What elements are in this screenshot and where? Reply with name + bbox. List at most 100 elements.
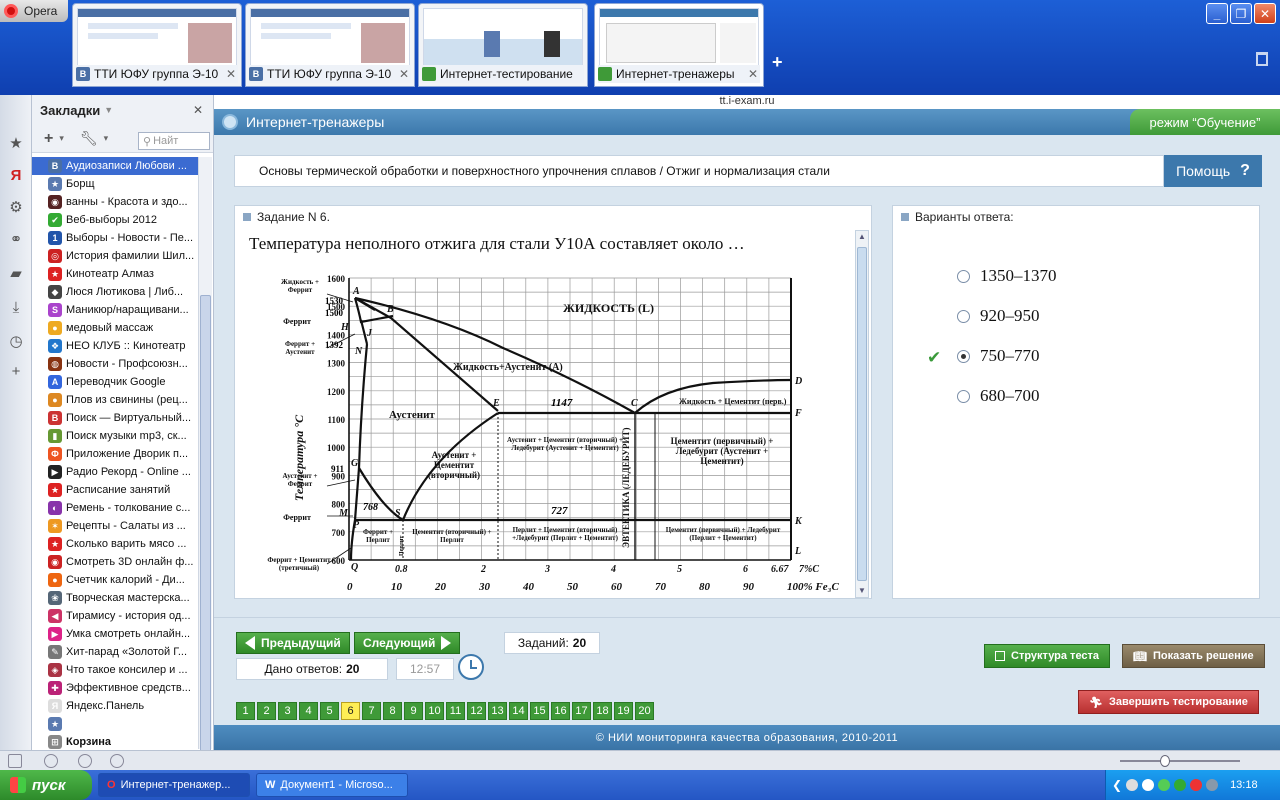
yandex-icon[interactable]: Я (8, 167, 24, 184)
page-button[interactable]: 17 (572, 702, 591, 720)
page-button[interactable]: 15 (530, 702, 549, 720)
scrollbar-thumb[interactable] (857, 247, 867, 581)
panel-toggle-icon[interactable] (8, 754, 22, 768)
network-icon[interactable] (1158, 779, 1171, 791)
bookmark-item[interactable]: ◎ История фамилии Шил... (32, 247, 198, 265)
add-bookmark-icon[interactable]: + (44, 130, 53, 148)
page-button[interactable]: 7 (362, 702, 381, 720)
scrollbar-thumb[interactable] (200, 295, 211, 775)
page-button[interactable]: 14 (509, 702, 528, 720)
page-button[interactable]: 20 (635, 702, 654, 720)
bookmark-item[interactable]: ▮ Поиск музыки mp3, ск... (32, 427, 198, 445)
answer-option[interactable]: 680–700 (957, 386, 1040, 406)
unite-icon[interactable]: ⚭ (8, 231, 24, 248)
scroll-up-icon[interactable]: ▲ (858, 233, 866, 241)
bookmark-item[interactable]: ● медовый массаж (32, 319, 198, 337)
bookmark-item[interactable]: ⊞ Корзина (32, 733, 198, 751)
zoom-slider[interactable] (1120, 755, 1240, 767)
bookmark-item[interactable]: ✎ Хит-парад «Золотой Г... (32, 643, 198, 661)
close-icon[interactable]: ✕ (399, 67, 411, 81)
bookmark-item[interactable]: ★ Расписание занятий (32, 481, 198, 499)
bookmark-item[interactable]: S Маникюр/наращивани... (32, 301, 198, 319)
bookmark-item[interactable]: ● Счетчик калорий - Ди... (32, 571, 198, 589)
history-icon[interactable]: ◷ (8, 333, 24, 350)
maximize-button[interactable]: ❐ (1230, 3, 1252, 24)
gear-icon[interactable]: ⚙ (8, 199, 24, 216)
page-button[interactable]: 16 (551, 702, 570, 720)
page-button[interactable]: 9 (404, 702, 423, 720)
keyboard-icon[interactable] (1206, 779, 1219, 791)
close-icon[interactable]: ✕ (748, 67, 760, 81)
bookmark-item[interactable]: Я Яндекс.Панель (32, 697, 198, 715)
radio-button[interactable] (957, 309, 970, 323)
radio-button[interactable] (957, 269, 970, 283)
bookmark-item[interactable]: ✚ Эффективное средств... (32, 679, 198, 697)
close-window-button[interactable]: ✕ (1254, 3, 1276, 24)
test-structure-button[interactable]: Структура теста (984, 644, 1111, 668)
start-button[interactable]: пуск (0, 770, 92, 800)
radio-button[interactable] (957, 389, 970, 403)
trash-icon[interactable] (1256, 52, 1268, 66)
bookmark-item[interactable]: ★ (32, 715, 198, 733)
minimize-button[interactable]: _ (1206, 3, 1228, 24)
bookmarks-scrollbar[interactable] (198, 157, 212, 775)
bookmark-item[interactable]: ◐ Ремень - толкование с... (32, 499, 198, 517)
close-icon[interactable]: ✕ (226, 67, 238, 81)
new-tab-button[interactable]: + (772, 52, 783, 73)
bookmark-item[interactable]: ★ Кинотеатр Алмаз (32, 265, 198, 283)
previous-button[interactable]: Предыдущий (236, 632, 350, 654)
bookmark-item[interactable]: ❖ НЕО КЛУБ :: Кинотеатр (32, 337, 198, 355)
bookmark-item[interactable]: ◆ Люся Лютикова | Либ... (32, 283, 198, 301)
bookmark-item[interactable]: ◈ Что такое консилер и ... (32, 661, 198, 679)
browser-tab-active[interactable]: Интернет-тренажеры ✕ (594, 3, 764, 87)
page-button[interactable]: 1 (236, 702, 255, 720)
taskbar-item-word[interactable]: W Документ1 - Microso... (256, 773, 408, 797)
zoom-slider-knob[interactable] (1160, 755, 1170, 767)
browser-tab[interactable]: Интернет-тестирование (418, 3, 588, 87)
volume-icon[interactable] (1142, 779, 1155, 791)
bookmark-item[interactable]: ✶ Рецепты - Салаты из ... (32, 517, 198, 535)
scroll-down-icon[interactable]: ▼ (858, 587, 866, 595)
downloads-icon[interactable]: ⤓ (8, 299, 24, 316)
page-button[interactable]: 8 (383, 702, 402, 720)
bookmark-item[interactable]: A Переводчик Google (32, 373, 198, 391)
page-button[interactable]: 2 (257, 702, 276, 720)
wrench-icon[interactable]: 🔧︎ (80, 130, 98, 147)
bookmark-item[interactable]: ★ Сколько варить мясо ... (32, 535, 198, 553)
chevron-down-icon[interactable]: ▾ (104, 133, 109, 144)
page-button[interactable]: 3 (278, 702, 297, 720)
bookmark-item[interactable]: B Поиск — Виртуальный... (32, 409, 198, 427)
answer-option[interactable]: 920–950 (957, 306, 1040, 326)
bookmark-item[interactable]: ◍ Новости - Профсоюзн... (32, 355, 198, 373)
page-button[interactable]: 12 (467, 702, 486, 720)
page-button[interactable]: 6 (341, 702, 360, 720)
bookmarks-search-input[interactable]: ⚲ Найт (138, 132, 210, 150)
unite-icon[interactable] (78, 754, 92, 768)
speed-dial-icon[interactable] (110, 754, 124, 768)
help-button[interactable]: Помощь? (1164, 155, 1262, 187)
opera-menu-button[interactable]: Opera (0, 0, 68, 22)
browser-tab[interactable]: В ТТИ ЮФУ группа Э-10 ✕ (245, 3, 415, 87)
cloud-icon[interactable] (44, 754, 58, 768)
finish-test-button[interactable]: 🏃︎ Завершить тестирование (1078, 690, 1259, 714)
page-button[interactable]: 19 (614, 702, 633, 720)
shield-icon[interactable] (1126, 779, 1139, 791)
page-button[interactable]: 10 (425, 702, 444, 720)
page-button[interactable]: 4 (299, 702, 318, 720)
chevron-down-icon[interactable]: ▾ (59, 133, 64, 144)
task-scrollbar[interactable]: ▲ ▼ (855, 230, 869, 598)
page-button[interactable]: 11 (446, 702, 465, 720)
page-button[interactable]: 5 (320, 702, 339, 720)
answer-option-selected[interactable]: 750–770 (957, 346, 1040, 366)
page-button[interactable]: 13 (488, 702, 507, 720)
opera-tray-icon[interactable] (1190, 779, 1203, 791)
bookmark-item[interactable]: ▶ Радио Рекорд - Online ... (32, 463, 198, 481)
bookmark-item[interactable]: ● Плов из свинины (рец... (32, 391, 198, 409)
browser-tab[interactable]: В ТТИ ЮФУ группа Э-10 ✕ (72, 3, 242, 87)
close-icon[interactable]: ✕ (193, 103, 203, 117)
answer-option[interactable]: 1350–1370 (957, 266, 1057, 286)
taskbar-item-opera[interactable]: O Интернет-тренажер... (98, 773, 250, 797)
show-solution-button[interactable]: 📖︎ Показать решение (1122, 644, 1265, 668)
bookmark-item[interactable]: В Аудиозаписи Любови ... (32, 157, 198, 175)
bookmark-item[interactable]: ❀ Творческая мастерска... (32, 589, 198, 607)
